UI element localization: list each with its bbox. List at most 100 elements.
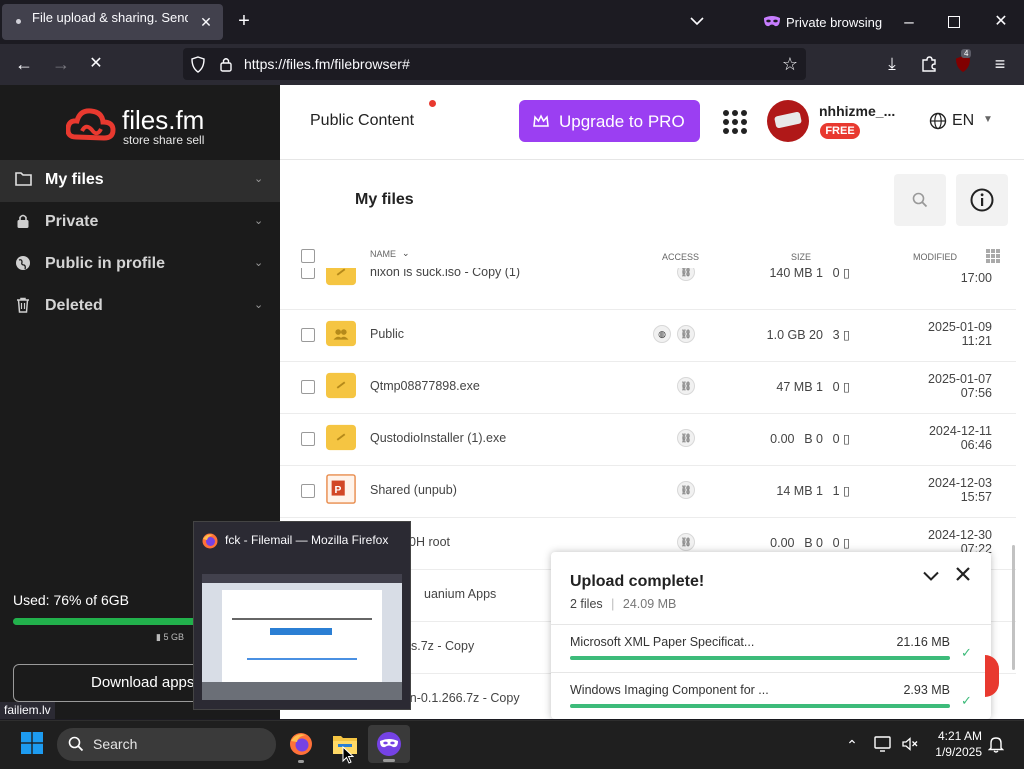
row-checkbox[interactable] <box>301 268 315 279</box>
volume-muted-icon[interactable] <box>902 737 918 751</box>
modified-date: 2024-12-03 15:57 <box>928 476 992 504</box>
sort-chevron-down-icon[interactable]: ⌄ <box>402 248 410 259</box>
file-count-icon: ▯ <box>843 432 850 446</box>
show-hidden-icons-chevron-icon[interactable]: ⌃ <box>843 735 861 755</box>
link-access-icon: ⛓ <box>677 533 695 551</box>
restore-window-icon[interactable] <box>948 16 960 28</box>
tracking-protection-shield-icon[interactable] <box>190 56 206 73</box>
minimize-window-icon[interactable]: – <box>900 12 918 32</box>
shared-folder-icon <box>326 424 356 451</box>
upgrade-to-pro-button[interactable]: Upgrade to PRO <box>519 100 700 142</box>
upgrade-label: Upgrade to PRO <box>559 112 685 131</box>
sidebar-item-label: Private <box>45 213 99 230</box>
sidebar-item-label: Public in profile <box>45 255 166 272</box>
language-selector[interactable]: EN ▼ <box>929 111 994 133</box>
column-header-modified[interactable]: MODIFIED <box>913 252 957 262</box>
info-button[interactable] <box>956 174 1008 226</box>
powerpoint-file-icon: P <box>326 474 356 504</box>
private-firefox-taskbar-icon[interactable] <box>368 725 410 763</box>
windows-start-icon[interactable] <box>21 732 43 754</box>
file-name[interactable]: QustodioInstaller (1).exe <box>370 431 506 445</box>
file-name[interactable]: 0H root <box>409 535 450 549</box>
sidebar-item-public-in-profile[interactable]: Public in profile ⌄ <box>0 244 280 286</box>
sidebar-item-my-files[interactable]: My files ⌄ <box>0 160 280 202</box>
close-upload-panel-icon[interactable] <box>956 567 972 583</box>
file-name[interactable]: Qtmp08877898.exe <box>370 379 480 393</box>
table-row[interactable]: nixon is suck.iso - Copy (1) ⛓ 140 MB 1 … <box>280 268 1016 310</box>
bookmark-star-icon[interactable]: ☆ <box>780 54 800 74</box>
notifications-bell-icon[interactable] <box>987 736 1005 753</box>
chevron-down-icon[interactable]: ⌄ <box>254 256 263 269</box>
row-checkbox[interactable] <box>301 328 315 342</box>
main-scrollbar[interactable] <box>1012 545 1015 670</box>
modified-date: 2025-01-07 07:56 <box>928 372 992 400</box>
firefox-taskbar-icon[interactable] <box>289 732 313 763</box>
row-checkbox[interactable] <box>301 484 315 498</box>
file-count-icon: ▯ <box>843 536 850 550</box>
sidebar-item-label: Deleted <box>45 297 103 314</box>
upload-complete-panel: Upload complete! 2 files | 24.09 MB Micr… <box>551 552 991 719</box>
column-header-size[interactable]: SIZE <box>791 252 811 262</box>
private-mask-icon <box>764 16 780 27</box>
file-name[interactable]: nixon is suck.iso - Copy (1) <box>370 268 520 279</box>
taskbar-search-label: Search <box>93 736 138 752</box>
ublock-extension-icon[interactable]: 4 <box>955 49 972 73</box>
folder-icon <box>14 171 32 189</box>
file-name[interactable]: Public <box>370 327 404 341</box>
clock[interactable]: 4:21 AM 1/9/2025 <box>922 728 982 762</box>
taskbar-search-box[interactable]: Search <box>57 728 276 761</box>
close-window-icon[interactable]: ✕ <box>992 12 1010 32</box>
chevron-down-icon[interactable]: ⌄ <box>254 214 263 227</box>
select-all-checkbox[interactable] <box>301 249 315 263</box>
search-button[interactable] <box>894 174 946 226</box>
mouse-cursor-icon <box>342 745 355 764</box>
status-url: failiem.lv <box>0 702 55 719</box>
row-checkbox[interactable] <box>301 380 315 394</box>
avatar[interactable] <box>767 100 809 142</box>
stop-loading-icon[interactable]: ✕ <box>86 54 106 74</box>
network-icon[interactable] <box>874 736 892 752</box>
lock-icon <box>14 213 32 231</box>
table-row[interactable]: Qtmp08877898.exe ⛓ 47 MB 1 0 ▯ 2025-01-0… <box>280 361 1016 414</box>
tab-favicon-icon <box>16 19 21 24</box>
downloads-icon[interactable]: ⤓ <box>882 54 902 74</box>
collapse-chevron-icon[interactable] <box>923 568 941 582</box>
svg-text:P: P <box>334 485 341 496</box>
file-name[interactable]: Shared (unpub) <box>370 483 457 497</box>
link-access-icon: ⛓ <box>677 429 695 447</box>
taskbar-window-preview[interactable]: fck - Filemail — Mozilla Firefox <box>193 521 411 710</box>
table-row[interactable]: Public ◍ ⛓ 1.0 GB 20 3 ▯ 2025-01-09 11:21 <box>280 309 1016 362</box>
extensions-puzzle-icon[interactable] <box>920 55 938 73</box>
new-tab-icon[interactable]: + <box>234 11 254 31</box>
sidebar-item-deleted[interactable]: Deleted ⌄ <box>0 286 280 328</box>
username[interactable]: nhhizme_... <box>819 103 895 119</box>
grid-view-icon[interactable] <box>986 249 1000 263</box>
public-content-link[interactable]: Public Content <box>310 112 414 130</box>
files-fm-logo[interactable]: files.fm store share sell <box>66 105 226 147</box>
upload-item-name: Microsoft XML Paper Specificat... <box>570 635 755 649</box>
sidebar-item-private[interactable]: Private ⌄ <box>0 202 280 244</box>
file-name[interactable]: win-0.1.266.7z - Copy <box>398 691 520 705</box>
back-arrow-icon[interactable]: ← <box>14 54 34 74</box>
table-row[interactable]: P Shared (unpub) ⛓ 14 MB 1 1 ▯ 2024-12-0… <box>280 465 1016 518</box>
apps-grid-icon[interactable] <box>723 110 747 134</box>
upload-files-count: 2 files <box>570 597 603 611</box>
chevron-down-icon[interactable]: ⌄ <box>254 172 263 185</box>
file-name[interactable]: s.7z - Copy <box>411 639 474 653</box>
chevron-down-icon[interactable]: ⌄ <box>254 298 263 311</box>
file-name[interactable]: uanium Apps <box>424 587 496 601</box>
table-header: NAME ⌄ ACCESS SIZE MODIFIED <box>280 240 1024 268</box>
column-header-name[interactable]: NAME <box>370 249 396 259</box>
app-menu-hamburger-icon[interactable]: ≡ <box>990 54 1010 74</box>
url-text[interactable]: https://files.fm/filebrowser# <box>244 56 410 72</box>
row-checkbox[interactable] <box>301 432 315 446</box>
upload-progress-fill <box>570 656 950 660</box>
lock-icon[interactable] <box>219 56 233 72</box>
storage-usage-text: Used: 76% of 6GB <box>13 592 129 608</box>
search-icon <box>68 736 84 752</box>
check-icon: ✓ <box>961 645 972 660</box>
list-all-tabs-icon[interactable] <box>687 12 707 32</box>
table-row[interactable]: QustodioInstaller (1).exe ⛓ 0.00 B 0 0 ▯… <box>280 413 1016 466</box>
preview-thumbnail <box>202 560 402 700</box>
close-tab-icon[interactable]: ✕ <box>196 12 216 32</box>
